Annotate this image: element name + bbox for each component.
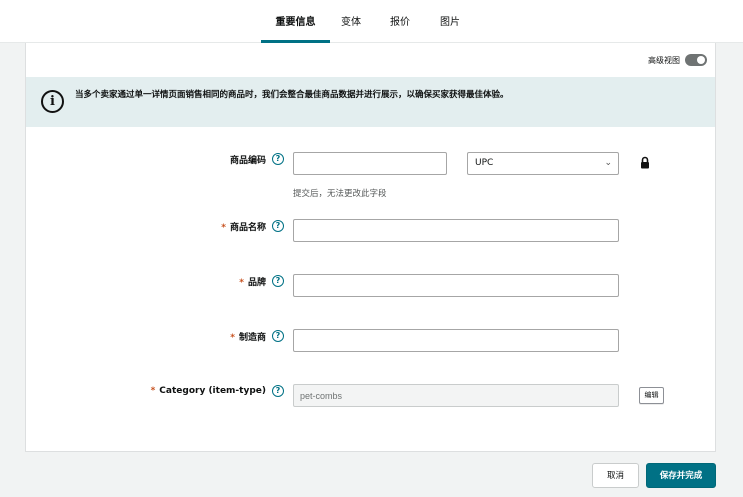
category-input	[293, 384, 619, 407]
product-id-input[interactable]	[293, 152, 447, 175]
category-edit-button[interactable]: 编辑	[639, 387, 664, 404]
tab-offer[interactable]: 报价	[383, 13, 417, 43]
brand-label: * 品牌	[239, 278, 266, 288]
product-id-hint: 提交后，无法更改此字段	[293, 189, 387, 199]
manufacturer-label: * 制造商	[230, 333, 266, 343]
product-id-label: 商品编码	[229, 156, 266, 166]
manufacturer-help-icon[interactable]: ?	[272, 330, 284, 342]
product-id-help-icon[interactable]: ?	[272, 153, 284, 165]
product-name-help-icon[interactable]: ?	[272, 220, 284, 232]
form-card: 高级视图 i 当多个卖家通过单一详情页面销售相同的商品时，我们会整合最佳商品数据…	[25, 43, 716, 452]
category-help-icon[interactable]: ?	[272, 385, 284, 397]
category-label: * Category (item-type)	[150, 386, 266, 396]
cancel-button[interactable]: 取消	[592, 463, 639, 488]
product-id-type-select[interactable]: UPC ⌄	[467, 152, 619, 175]
info-icon: i	[41, 90, 64, 113]
brand-input[interactable]	[293, 274, 619, 297]
save-and-finish-button[interactable]: 保存并完成	[646, 463, 716, 488]
tab-images[interactable]: 图片	[433, 13, 467, 43]
product-name-label: * 商品名称	[221, 223, 266, 233]
advanced-view-toggle[interactable]	[685, 54, 707, 66]
manufacturer-input[interactable]	[293, 329, 619, 352]
product-id-type-value: UPC	[475, 158, 494, 168]
brand-help-icon[interactable]: ?	[272, 275, 284, 287]
lock-icon	[641, 156, 649, 169]
banner-text: 当多个卖家通过单一详情页面销售相同的商品时，我们会整合最佳商品数据并进行展示，以…	[75, 90, 509, 100]
advanced-view-label: 高级视图	[648, 55, 680, 65]
tab-variations[interactable]: 变体	[334, 13, 368, 43]
chevron-down-icon: ⌄	[604, 158, 612, 168]
info-banner: i 当多个卖家通过单一详情页面销售相同的商品时，我们会整合最佳商品数据并进行展示…	[26, 77, 715, 127]
tab-key-info[interactable]: 重要信息	[261, 13, 330, 43]
tab-bar: 重要信息 变体 报价 图片	[0, 0, 743, 43]
product-name-input[interactable]	[293, 219, 619, 242]
advanced-view: 高级视图	[648, 54, 707, 66]
